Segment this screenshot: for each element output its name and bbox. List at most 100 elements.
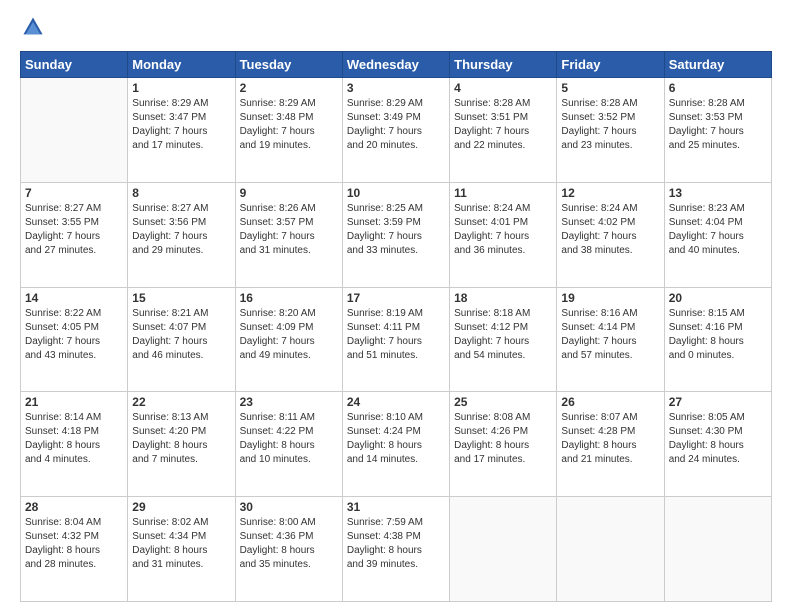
calendar-cell: 30 Sunrise: 8:00 AM Sunset: 4:36 PM Dayli…: [235, 497, 342, 602]
day-number: 10: [347, 186, 445, 200]
day-info: Sunrise: 8:28 AM Sunset: 3:53 PM Dayligh…: [669, 97, 767, 153]
day-info: Sunrise: 8:10 AM Sunset: 4:24 PM Dayligh…: [347, 411, 445, 467]
calendar-cell: 9 Sunrise: 8:26 AM Sunset: 3:57 PM Daylig…: [235, 182, 342, 287]
day-info: Sunrise: 8:00 AM Sunset: 4:36 PM Dayligh…: [240, 516, 338, 572]
logo: [20, 16, 48, 43]
calendar-cell: [450, 497, 557, 602]
calendar-cell: 17 Sunrise: 8:19 AM Sunset: 4:11 PM Dayli…: [342, 287, 449, 392]
day-number: 7: [25, 186, 123, 200]
day-header-friday: Friday: [557, 52, 664, 78]
day-number: 2: [240, 81, 338, 95]
day-number: 8: [132, 186, 230, 200]
calendar-cell: 18 Sunrise: 8:18 AM Sunset: 4:12 PM Dayli…: [450, 287, 557, 392]
day-number: 6: [669, 81, 767, 95]
day-info: Sunrise: 8:18 AM Sunset: 4:12 PM Dayligh…: [454, 307, 552, 363]
calendar-cell: 8Sunrise: 8:27 AM Sunset: 3:56 PM Daylig…: [128, 182, 235, 287]
calendar-cell: 26 Sunrise: 8:07 AM Sunset: 4:28 PM Dayli…: [557, 392, 664, 497]
day-info: Sunrise: 8:29 AM Sunset: 3:48 PM Dayligh…: [240, 97, 338, 153]
calendar-cell: 27 Sunrise: 8:05 AM Sunset: 4:30 PM Dayli…: [664, 392, 771, 497]
day-number: 9: [240, 186, 338, 200]
day-number: 13: [669, 186, 767, 200]
calendar-cell: 24 Sunrise: 8:10 AM Sunset: 4:24 PM Dayli…: [342, 392, 449, 497]
day-number: 24: [347, 395, 445, 409]
calendar-cell: 20 Sunrise: 8:15 AM Sunset: 4:16 PM Dayli…: [664, 287, 771, 392]
day-info: Sunrise: 8:24 AM Sunset: 4:01 PM Dayligh…: [454, 202, 552, 258]
calendar-table: SundayMondayTuesdayWednesdayThursdayFrid…: [20, 51, 772, 602]
calendar-cell: [21, 78, 128, 183]
day-number: 5: [561, 81, 659, 95]
calendar-cell: 4 Sunrise: 8:28 AM Sunset: 3:51 PM Daylig…: [450, 78, 557, 183]
day-header-wednesday: Wednesday: [342, 52, 449, 78]
calendar-cell: 22 Sunrise: 8:13 AM Sunset: 4:20 PM Dayli…: [128, 392, 235, 497]
calendar-cell: 25Sunrise: 8:08 AM Sunset: 4:26 PM Dayli…: [450, 392, 557, 497]
day-info: Sunrise: 8:27 AM Sunset: 3:55 PM Dayligh…: [25, 202, 123, 258]
day-info: Sunrise: 8:22 AM Sunset: 4:05 PM Dayligh…: [25, 307, 123, 363]
day-info: Sunrise: 8:21 AM Sunset: 4:07 PM Dayligh…: [132, 307, 230, 363]
day-header-saturday: Saturday: [664, 52, 771, 78]
day-info: Sunrise: 8:04 AM Sunset: 4:32 PM Dayligh…: [25, 516, 123, 572]
calendar-cell: 15 Sunrise: 8:21 AM Sunset: 4:07 PM Dayli…: [128, 287, 235, 392]
calendar-cell: 16 Sunrise: 8:20 AM Sunset: 4:09 PM Dayli…: [235, 287, 342, 392]
day-number: 15: [132, 291, 230, 305]
day-info: Sunrise: 8:23 AM Sunset: 4:04 PM Dayligh…: [669, 202, 767, 258]
day-number: 22: [132, 395, 230, 409]
day-info: Sunrise: 8:29 AM Sunset: 3:49 PM Dayligh…: [347, 97, 445, 153]
day-info: Sunrise: 7:59 AM Sunset: 4:38 PM Dayligh…: [347, 516, 445, 572]
calendar-cell: 31 Sunrise: 7:59 AM Sunset: 4:38 PM Dayli…: [342, 497, 449, 602]
day-number: 12: [561, 186, 659, 200]
day-number: 21: [25, 395, 123, 409]
day-info: Sunrise: 8:19 AM Sunset: 4:11 PM Dayligh…: [347, 307, 445, 363]
calendar-cell: [557, 497, 664, 602]
day-info: Sunrise: 8:29 AM Sunset: 3:47 PM Dayligh…: [132, 97, 230, 153]
calendar-cell: 10 Sunrise: 8:25 AM Sunset: 3:59 PM Dayli…: [342, 182, 449, 287]
calendar-cell: 21 Sunrise: 8:14 AM Sunset: 4:18 PM Dayli…: [21, 392, 128, 497]
day-number: 23: [240, 395, 338, 409]
day-info: Sunrise: 8:28 AM Sunset: 3:52 PM Dayligh…: [561, 97, 659, 153]
calendar-cell: 23 Sunrise: 8:11 AM Sunset: 4:22 PM Dayli…: [235, 392, 342, 497]
day-info: Sunrise: 8:28 AM Sunset: 3:51 PM Dayligh…: [454, 97, 552, 153]
calendar-cell: 7 Sunrise: 8:27 AM Sunset: 3:55 PM Daylig…: [21, 182, 128, 287]
day-info: Sunrise: 8:07 AM Sunset: 4:28 PM Dayligh…: [561, 411, 659, 467]
day-number: 27: [669, 395, 767, 409]
day-number: 3: [347, 81, 445, 95]
day-number: 4: [454, 81, 552, 95]
day-info: Sunrise: 8:26 AM Sunset: 3:57 PM Dayligh…: [240, 202, 338, 258]
day-header-tuesday: Tuesday: [235, 52, 342, 78]
day-number: 29: [132, 500, 230, 514]
calendar-cell: 5 Sunrise: 8:28 AM Sunset: 3:52 PM Daylig…: [557, 78, 664, 183]
calendar-cell: 29 Sunrise: 8:02 AM Sunset: 4:34 PM Dayli…: [128, 497, 235, 602]
day-header-thursday: Thursday: [450, 52, 557, 78]
day-number: 30: [240, 500, 338, 514]
day-info: Sunrise: 8:14 AM Sunset: 4:18 PM Dayligh…: [25, 411, 123, 467]
day-info: Sunrise: 8:05 AM Sunset: 4:30 PM Dayligh…: [669, 411, 767, 467]
day-number: 14: [25, 291, 123, 305]
day-info: Sunrise: 8:13 AM Sunset: 4:20 PM Dayligh…: [132, 411, 230, 467]
day-number: 1: [132, 81, 230, 95]
calendar-cell: 11Sunrise: 8:24 AM Sunset: 4:01 PM Dayli…: [450, 182, 557, 287]
day-info: Sunrise: 8:11 AM Sunset: 4:22 PM Dayligh…: [240, 411, 338, 467]
calendar-cell: 19Sunrise: 8:16 AM Sunset: 4:14 PM Dayli…: [557, 287, 664, 392]
calendar-cell: [664, 497, 771, 602]
calendar-cell: 12Sunrise: 8:24 AM Sunset: 4:02 PM Dayli…: [557, 182, 664, 287]
calendar-cell: 1 Sunrise: 8:29 AM Sunset: 3:47 PM Daylig…: [128, 78, 235, 183]
day-number: 26: [561, 395, 659, 409]
day-header-monday: Monday: [128, 52, 235, 78]
day-number: 20: [669, 291, 767, 305]
day-header-sunday: Sunday: [21, 52, 128, 78]
day-info: Sunrise: 8:15 AM Sunset: 4:16 PM Dayligh…: [669, 307, 767, 363]
day-number: 19: [561, 291, 659, 305]
day-number: 25: [454, 395, 552, 409]
day-info: Sunrise: 8:02 AM Sunset: 4:34 PM Dayligh…: [132, 516, 230, 572]
day-number: 18: [454, 291, 552, 305]
day-number: 28: [25, 500, 123, 514]
calendar-cell: 14 Sunrise: 8:22 AM Sunset: 4:05 PM Dayli…: [21, 287, 128, 392]
calendar-cell: 6 Sunrise: 8:28 AM Sunset: 3:53 PM Daylig…: [664, 78, 771, 183]
calendar-cell: 13 Sunrise: 8:23 AM Sunset: 4:04 PM Dayli…: [664, 182, 771, 287]
day-number: 31: [347, 500, 445, 514]
day-number: 16: [240, 291, 338, 305]
day-number: 17: [347, 291, 445, 305]
day-info: Sunrise: 8:25 AM Sunset: 3:59 PM Dayligh…: [347, 202, 445, 258]
calendar-cell: 3 Sunrise: 8:29 AM Sunset: 3:49 PM Daylig…: [342, 78, 449, 183]
calendar-cell: 28 Sunrise: 8:04 AM Sunset: 4:32 PM Dayli…: [21, 497, 128, 602]
day-info: Sunrise: 8:20 AM Sunset: 4:09 PM Dayligh…: [240, 307, 338, 363]
